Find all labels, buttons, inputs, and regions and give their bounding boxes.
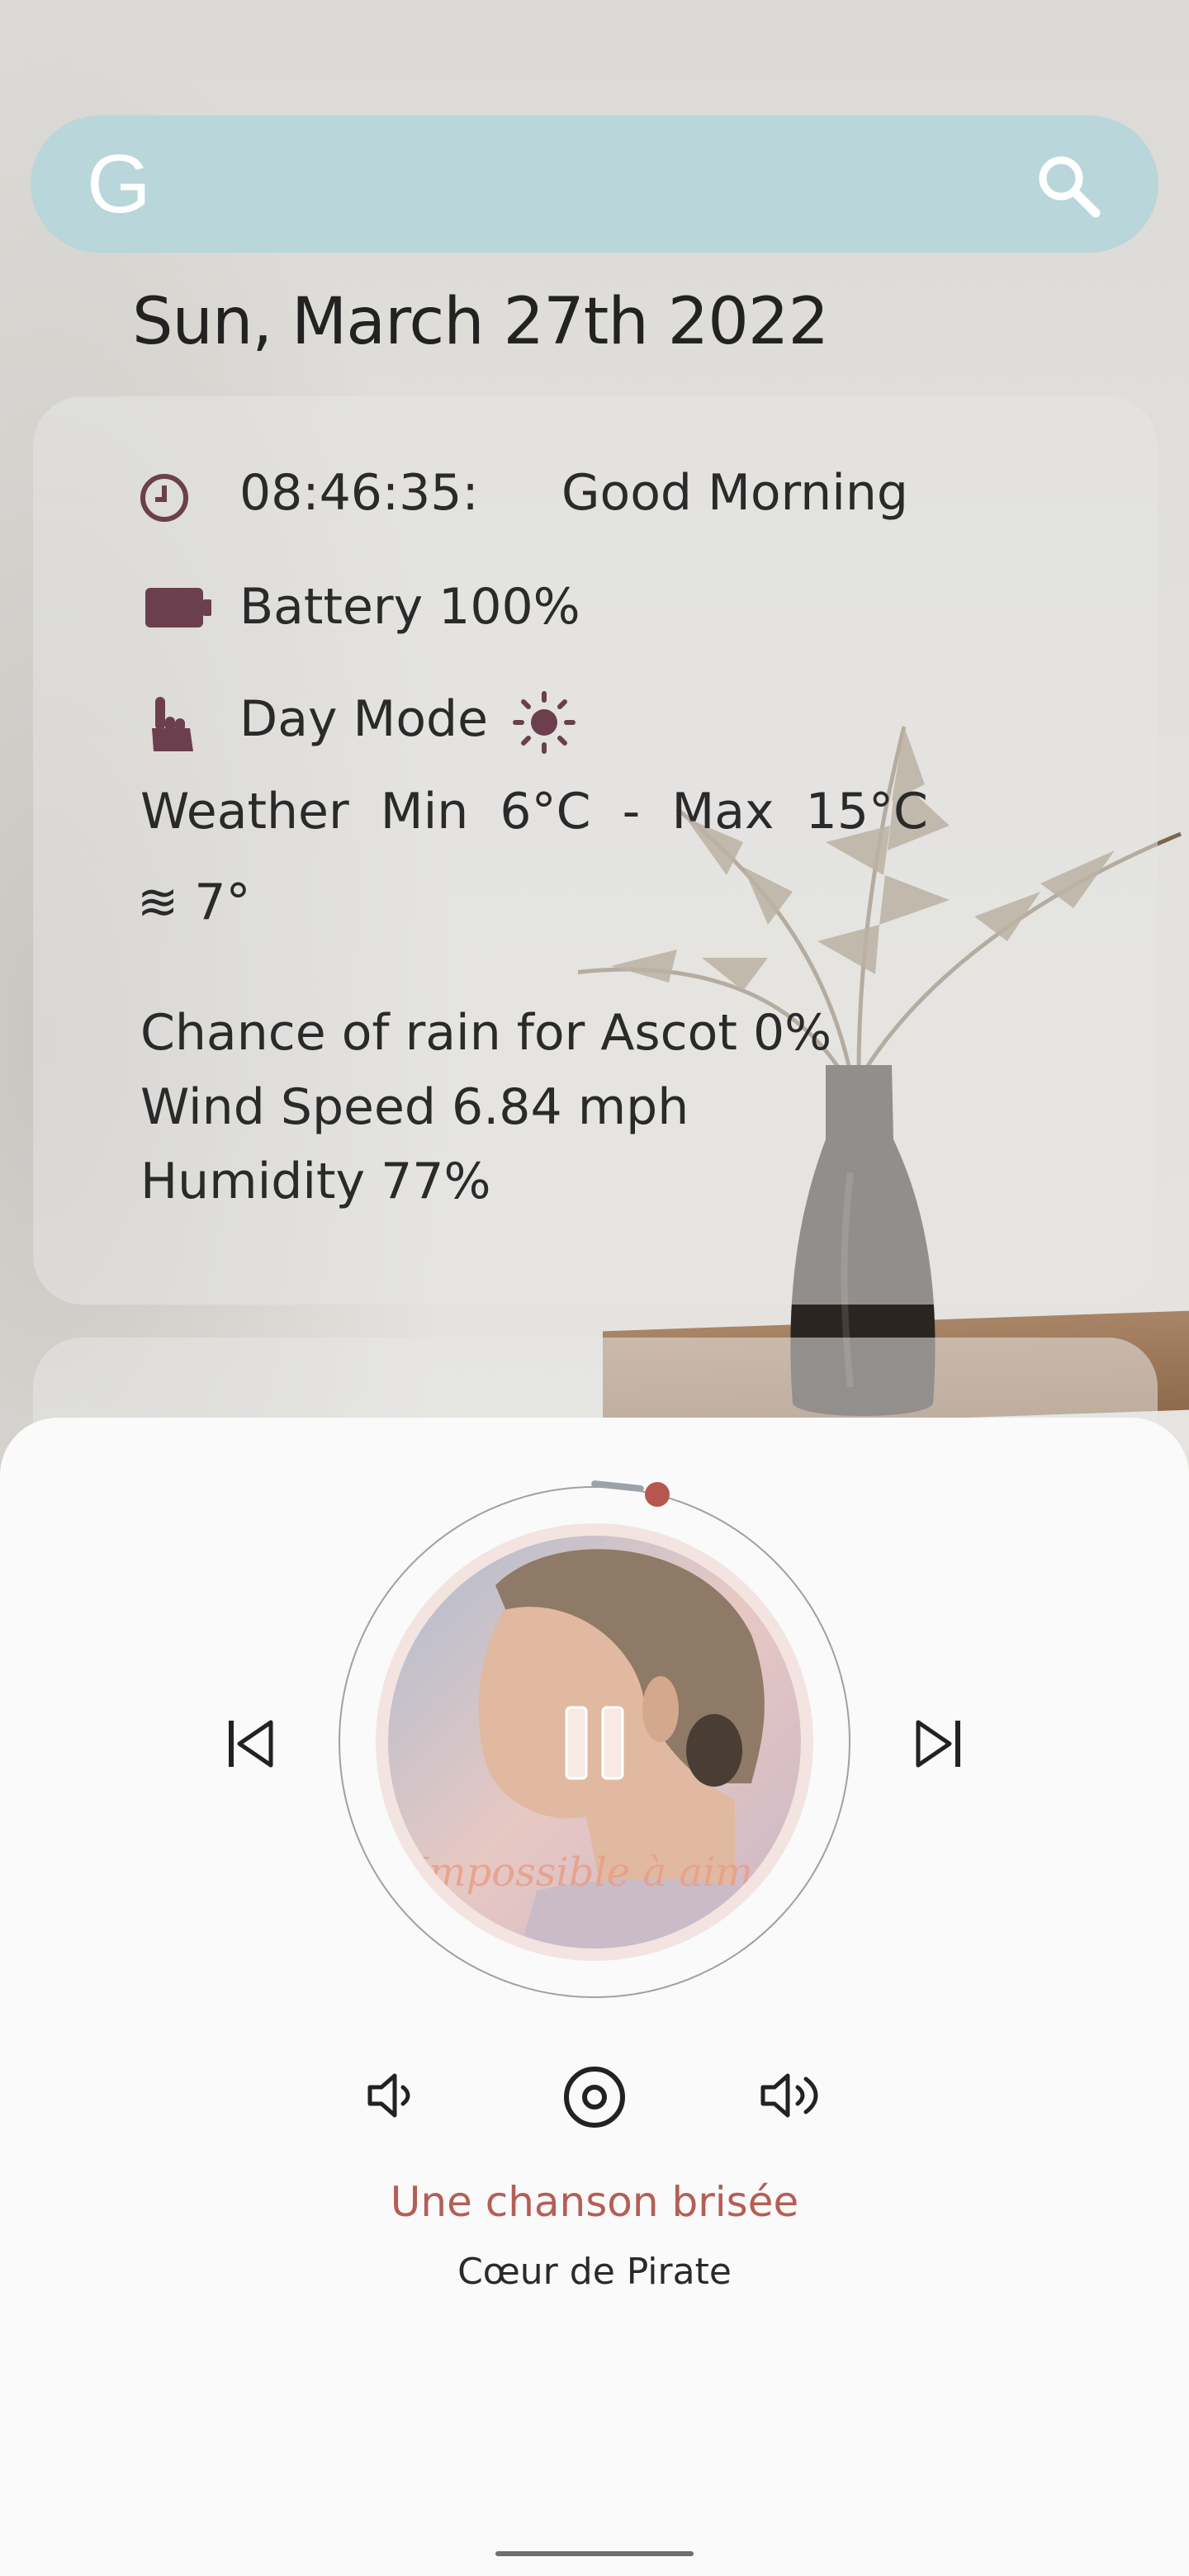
- navigation-handle[interactable]: [495, 2551, 694, 2556]
- search-bar[interactable]: G: [31, 116, 1158, 253]
- album-art-lettering: Impossible à aimer: [413, 1849, 796, 1896]
- battery-icon: [145, 588, 211, 627]
- search-icon[interactable]: [1033, 150, 1102, 220]
- touch-icon[interactable]: [147, 695, 197, 753]
- max-label: Max: [671, 783, 775, 841]
- min-value: 6°C: [500, 783, 591, 841]
- wind-waves-icon: ≋: [137, 874, 179, 931]
- time-text: 08:46:35:: [239, 464, 479, 522]
- battery-text: Battery 100%: [239, 578, 580, 636]
- sun-icon: [513, 691, 576, 754]
- song-title: Une chanson brisée: [390, 2178, 799, 2226]
- progress-handle[interactable]: [645, 1482, 670, 1507]
- skip-previous-icon[interactable]: [225, 1717, 277, 1770]
- max-value: 15°C: [805, 783, 928, 841]
- date-heading: Sun, March 27th 2022: [132, 285, 829, 359]
- day-mode-text: Day Mode: [239, 690, 489, 748]
- wind-direction: ≋ 7°: [137, 874, 251, 931]
- min-label: Min: [380, 783, 469, 841]
- google-logo: G: [87, 138, 151, 230]
- skip-next-icon[interactable]: [912, 1717, 964, 1770]
- song-artist: Cœur de Pirate: [457, 2251, 732, 2293]
- disc-icon[interactable]: [561, 2064, 628, 2130]
- weather-label: Weather: [140, 783, 349, 841]
- weather-range: Weather Min 6°C - Max 15°C: [140, 783, 928, 841]
- wind-direction-value: 7°: [194, 874, 251, 931]
- wind-speed-text: Wind Speed 6.84 mph: [140, 1078, 689, 1136]
- range-dash: -: [622, 783, 641, 841]
- volume-down-icon[interactable]: [367, 2071, 419, 2120]
- volume-up-icon[interactable]: [760, 2069, 826, 2122]
- rain-chance-text: Chance of rain for Ascot 0%: [140, 1004, 832, 1062]
- pause-icon[interactable]: [563, 1706, 626, 1780]
- clock-icon: [140, 474, 188, 522]
- humidity-text: Humidity 77%: [140, 1153, 491, 1210]
- greeting-text: Good Morning: [561, 464, 908, 522]
